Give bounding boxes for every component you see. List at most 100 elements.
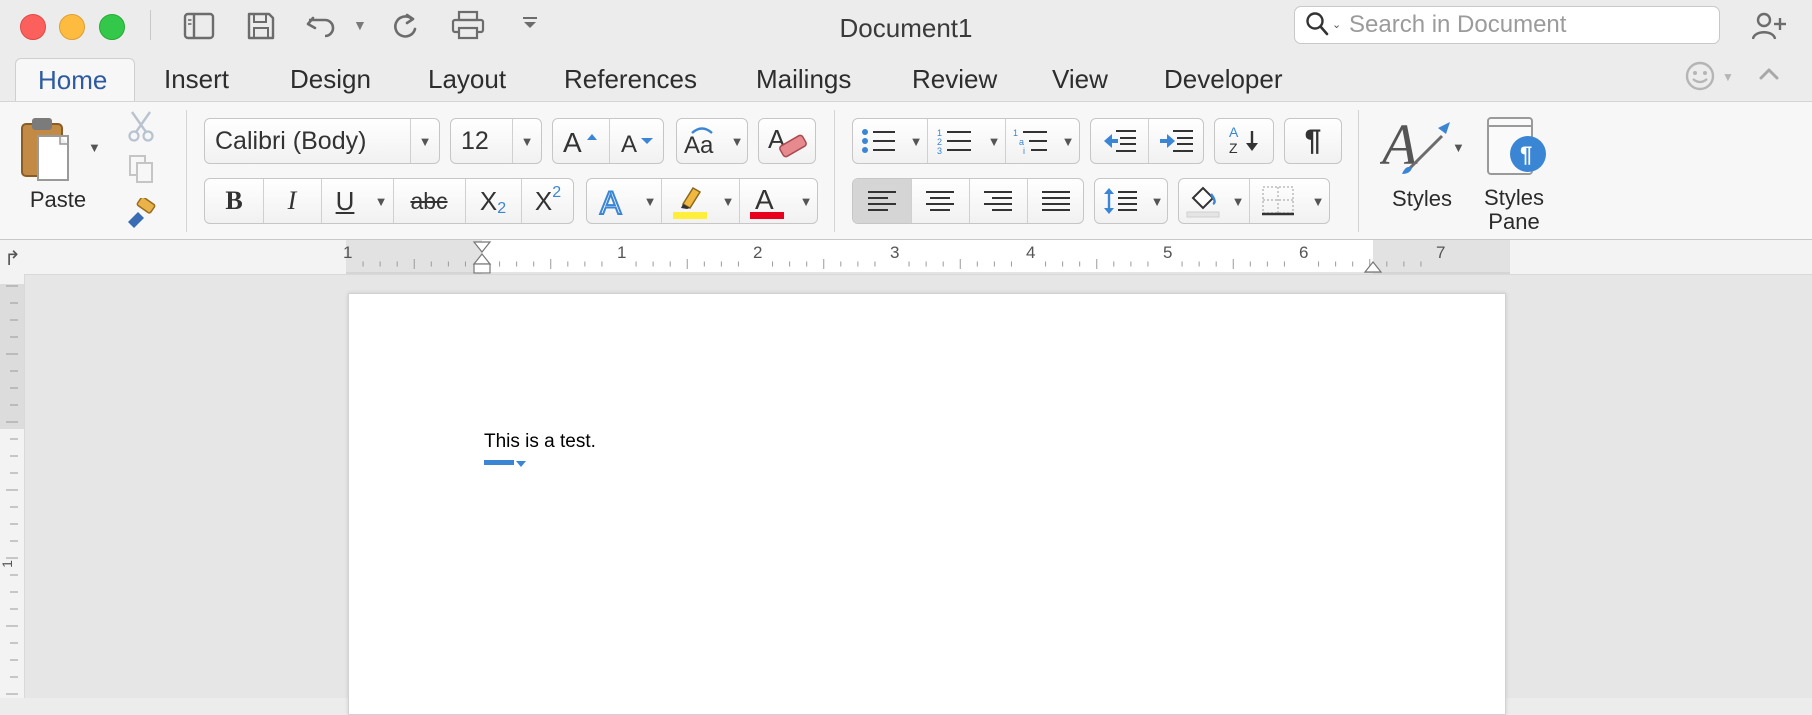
styles-pane-icon[interactable]: ¶ bbox=[1486, 116, 1548, 183]
grow-font-button[interactable]: A bbox=[553, 119, 610, 163]
font-name-dropdown-icon[interactable]: ▼ bbox=[411, 119, 439, 163]
autocorrect-options-icon[interactable] bbox=[484, 456, 528, 474]
minimize-window-button[interactable] bbox=[59, 14, 85, 40]
more-chevron-icon[interactable] bbox=[521, 16, 539, 35]
font-color-button[interactable]: A bbox=[739, 179, 795, 223]
undo-icon[interactable] bbox=[305, 12, 339, 45]
change-case-icon[interactable]: Aa bbox=[677, 119, 727, 163]
feedback-smiley-icon[interactable] bbox=[1684, 60, 1716, 97]
document-body-text[interactable]: This is a test. bbox=[484, 431, 596, 453]
print-icon[interactable] bbox=[451, 10, 485, 45]
text-effects-dropdown-icon[interactable]: ▼ bbox=[639, 179, 662, 223]
sort-icon[interactable]: A Z bbox=[1215, 119, 1273, 163]
justify-button[interactable] bbox=[1027, 179, 1085, 223]
align-right-button[interactable] bbox=[969, 179, 1028, 223]
undo-dropdown-icon[interactable]: ▼ bbox=[353, 17, 367, 33]
font-style-buttons: B I U ▼ abc X2 X2 bbox=[204, 178, 574, 224]
borders-dropdown-icon[interactable]: ▼ bbox=[1307, 179, 1329, 223]
add-person-icon[interactable] bbox=[1751, 12, 1788, 45]
svg-text:A: A bbox=[600, 185, 622, 218]
ruler-number: 5 bbox=[1163, 243, 1173, 262]
collapse-ribbon-icon[interactable] bbox=[1758, 66, 1780, 87]
sort-button[interactable]: A Z bbox=[1214, 118, 1274, 164]
underline-dropdown-icon[interactable]: ▼ bbox=[369, 179, 394, 223]
strikethrough-button[interactable]: abc bbox=[393, 179, 466, 223]
line-spacing-button[interactable]: ▼ bbox=[1094, 178, 1168, 224]
decrease-indent-button[interactable] bbox=[1091, 119, 1149, 163]
svg-text:3: 3 bbox=[937, 146, 942, 155]
shrink-font-button[interactable]: A bbox=[609, 119, 665, 163]
font-size-dropdown-icon[interactable]: ▼ bbox=[513, 119, 541, 163]
font-name-combo[interactable]: Calibri (Body) ▼ bbox=[204, 118, 440, 164]
multilevel-list-button[interactable]: 1ai bbox=[1005, 119, 1057, 163]
shading-borders-buttons: ▼ ▼ bbox=[1178, 178, 1330, 224]
font-color-dropdown-icon[interactable]: ▼ bbox=[795, 179, 817, 223]
bold-button[interactable]: B bbox=[205, 179, 264, 223]
styles-pane-label[interactable]: Styles Pane bbox=[1474, 186, 1554, 234]
font-size-field[interactable]: 12 bbox=[451, 119, 513, 163]
shading-dropdown-icon[interactable]: ▼ bbox=[1227, 179, 1250, 223]
change-case-button[interactable]: Aa ▼ bbox=[676, 118, 748, 164]
italic-button[interactable]: I bbox=[263, 179, 322, 223]
line-spacing-dropdown-icon[interactable]: ▼ bbox=[1147, 179, 1167, 223]
styles-gallery-icon[interactable]: A bbox=[1378, 112, 1460, 183]
vertical-ruler[interactable]: 1 bbox=[0, 274, 25, 712]
underline-button[interactable]: U bbox=[321, 179, 369, 223]
font-size-combo[interactable]: 12 ▼ bbox=[450, 118, 542, 164]
align-center-button[interactable] bbox=[911, 179, 970, 223]
font-name-field[interactable]: Calibri (Body) bbox=[205, 119, 411, 163]
redo-icon[interactable] bbox=[390, 11, 420, 46]
align-left-button[interactable] bbox=[853, 179, 912, 223]
tab-developer[interactable]: Developer bbox=[1142, 58, 1305, 102]
format-painter-icon[interactable] bbox=[124, 196, 158, 233]
show-formatting-button[interactable]: ¶ bbox=[1284, 118, 1342, 164]
styles-label[interactable]: Styles bbox=[1376, 186, 1468, 212]
highlight-button[interactable] bbox=[661, 179, 717, 223]
sidebar-icon[interactable] bbox=[183, 12, 215, 45]
increase-indent-button[interactable] bbox=[1148, 119, 1205, 163]
bullets-button[interactable] bbox=[853, 119, 905, 163]
change-case-dropdown-icon[interactable]: ▼ bbox=[727, 119, 747, 163]
paste-icon[interactable] bbox=[18, 114, 74, 187]
tab-layout[interactable]: Layout bbox=[406, 58, 528, 102]
maximize-window-button[interactable] bbox=[99, 14, 125, 40]
list-buttons: ▼ 123 ▼ 1ai ▼ bbox=[852, 118, 1080, 164]
borders-button[interactable] bbox=[1249, 179, 1307, 223]
tab-mailings[interactable]: Mailings bbox=[734, 58, 873, 102]
numbering-button[interactable]: 123 bbox=[927, 119, 983, 163]
search-input[interactable] bbox=[1349, 11, 1709, 39]
search-box[interactable]: ⌄ bbox=[1294, 6, 1720, 44]
tab-review[interactable]: Review bbox=[890, 58, 1019, 102]
tab-view[interactable]: View bbox=[1030, 58, 1130, 102]
highlight-dropdown-icon[interactable]: ▼ bbox=[717, 179, 740, 223]
chevron-down-icon[interactable]: ⌄ bbox=[1332, 18, 1341, 31]
multilevel-dropdown-icon[interactable]: ▼ bbox=[1057, 119, 1079, 163]
subscript-button[interactable]: X2 bbox=[465, 179, 522, 223]
tab-references[interactable]: References bbox=[542, 58, 719, 102]
document-page[interactable] bbox=[348, 293, 1506, 715]
pilcrow-icon[interactable]: ¶ bbox=[1285, 119, 1341, 163]
save-icon[interactable] bbox=[246, 11, 276, 46]
tab-design[interactable]: Design bbox=[268, 58, 393, 102]
bullets-dropdown-icon[interactable]: ▼ bbox=[905, 119, 928, 163]
cut-icon[interactable] bbox=[126, 110, 156, 147]
styles-dropdown-icon[interactable]: ▼ bbox=[1452, 140, 1465, 155]
tab-home[interactable]: Home bbox=[15, 58, 135, 102]
close-window-button[interactable] bbox=[20, 14, 46, 40]
clear-formatting-button[interactable]: A bbox=[758, 118, 816, 164]
text-effects-button[interactable]: A bbox=[587, 179, 639, 223]
feedback-dropdown-icon[interactable]: ▼ bbox=[1722, 70, 1734, 84]
ruler-number: 2 bbox=[753, 243, 763, 262]
eraser-icon[interactable]: A bbox=[759, 119, 815, 163]
line-spacing-icon[interactable] bbox=[1095, 179, 1147, 223]
styles-pane-label-line2: Pane bbox=[1488, 209, 1540, 234]
shading-button[interactable] bbox=[1179, 179, 1227, 223]
numbering-dropdown-icon[interactable]: ▼ bbox=[983, 119, 1006, 163]
paste-label[interactable]: Paste bbox=[18, 187, 98, 213]
tab-insert[interactable]: Insert bbox=[142, 58, 251, 102]
search-icon[interactable] bbox=[1305, 11, 1329, 44]
paste-dropdown-icon[interactable]: ▼ bbox=[88, 140, 101, 155]
superscript-button[interactable]: X2 bbox=[521, 179, 575, 223]
horizontal-ruler[interactable]: ↱ 1 1 2 3 4 5 6 7 bbox=[0, 240, 1812, 275]
copy-icon[interactable] bbox=[128, 154, 154, 189]
